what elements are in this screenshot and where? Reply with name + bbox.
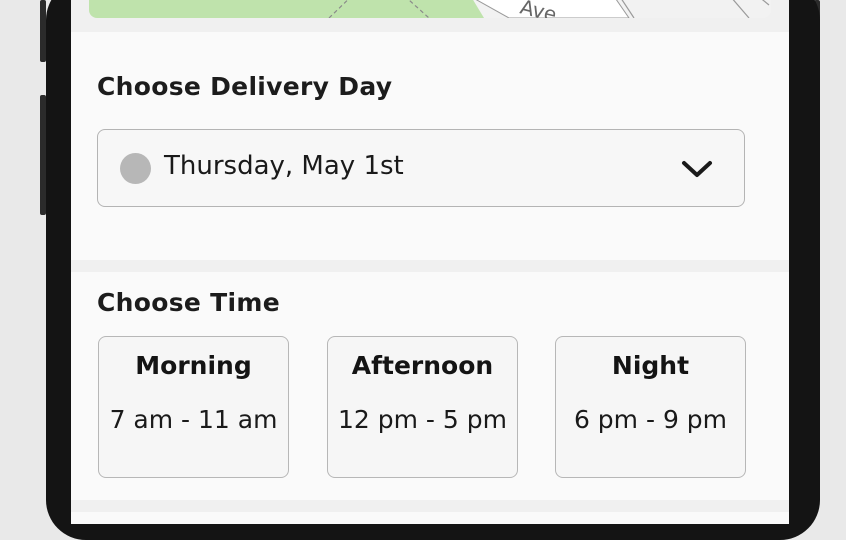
map-street-label: Ave [518,0,559,18]
time-section: Choose Time Morning 7 am - 11 am Afterno… [71,272,789,500]
delivery-day-title: Choose Delivery Day [97,72,393,101]
time-option-label: Morning [135,351,252,380]
time-option-morning[interactable]: Morning 7 am - 11 am [98,336,289,478]
time-option-range: 7 am - 11 am [109,405,278,434]
selected-day-indicator [120,153,151,184]
time-option-afternoon[interactable]: Afternoon 12 pm - 5 pm [327,336,518,478]
map-preview[interactable]: Ave [89,0,771,18]
time-option-range: 12 pm - 5 pm [338,405,507,434]
time-title: Choose Time [97,288,280,317]
chevron-down-icon [682,161,712,177]
next-section [71,512,789,524]
selected-day-text: Thursday, May 1st [164,151,404,181]
time-option-range: 6 pm - 9 pm [573,405,728,434]
time-option-label: Night [611,351,690,380]
app-screen: Ave Choose Delivery Day Thursday, May 1s… [71,0,789,524]
time-option-label: Afternoon [351,351,494,380]
delivery-day-dropdown[interactable]: Thursday, May 1st [97,129,745,207]
delivery-day-section: Choose Delivery Day Thursday, May 1st [71,32,789,260]
time-option-night[interactable]: Night 6 pm - 9 pm [555,336,746,478]
